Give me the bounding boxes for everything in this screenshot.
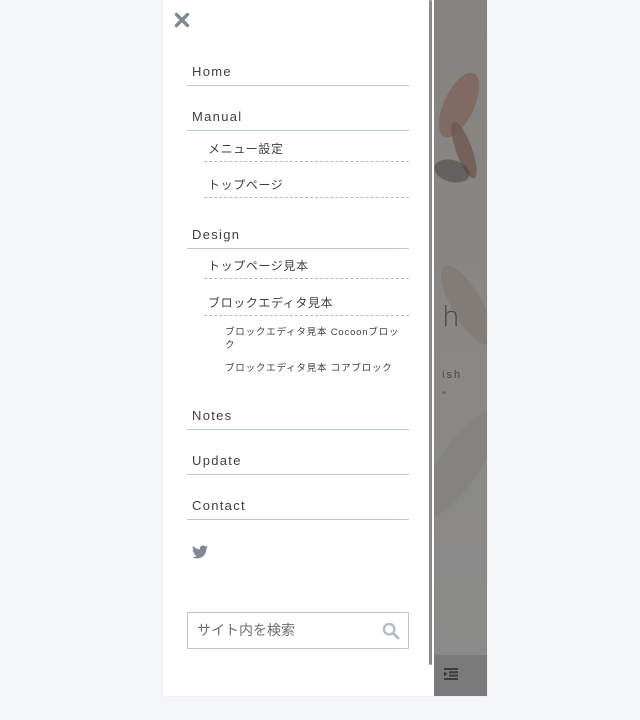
drawer-scrollbar[interactable]: [429, 0, 432, 665]
menu-item-home[interactable]: Home: [187, 64, 409, 86]
twitter-icon[interactable]: [192, 545, 208, 559]
search-input[interactable]: [188, 613, 378, 648]
submenu-item-menu-settings[interactable]: メニュー設定: [204, 142, 409, 162]
submenu-item-top-page[interactable]: トップページ: [204, 178, 409, 198]
menu-item-contact[interactable]: Contact: [187, 498, 409, 520]
drawer-overlay[interactable]: [434, 0, 487, 696]
submenu-item-block-editor-sample[interactable]: ブロックエディタ見本: [204, 296, 409, 316]
site-search: [187, 612, 409, 649]
submenu-item-cocoon-blocks[interactable]: ブロックエディタ見本 Cocoonブロック: [225, 326, 403, 352]
menu-item-notes[interactable]: Notes: [187, 408, 409, 430]
submenu-item-top-page-sample[interactable]: トップページ見本: [204, 259, 409, 279]
menu-item-update[interactable]: Update: [187, 453, 409, 475]
navigation-drawer: Home Manual メニュー設定 トップページ Design トップページ見…: [163, 0, 434, 696]
menu-item-manual[interactable]: Manual: [187, 109, 409, 131]
mobile-viewport: h ish " Home Manual メニュー設定 トップページ Design…: [163, 0, 487, 696]
search-icon[interactable]: [382, 622, 400, 640]
submenu-item-core-blocks[interactable]: ブロックエディタ見本 コアブロック: [225, 362, 403, 375]
menu-item-design[interactable]: Design: [187, 227, 409, 249]
close-icon[interactable]: [173, 11, 191, 29]
